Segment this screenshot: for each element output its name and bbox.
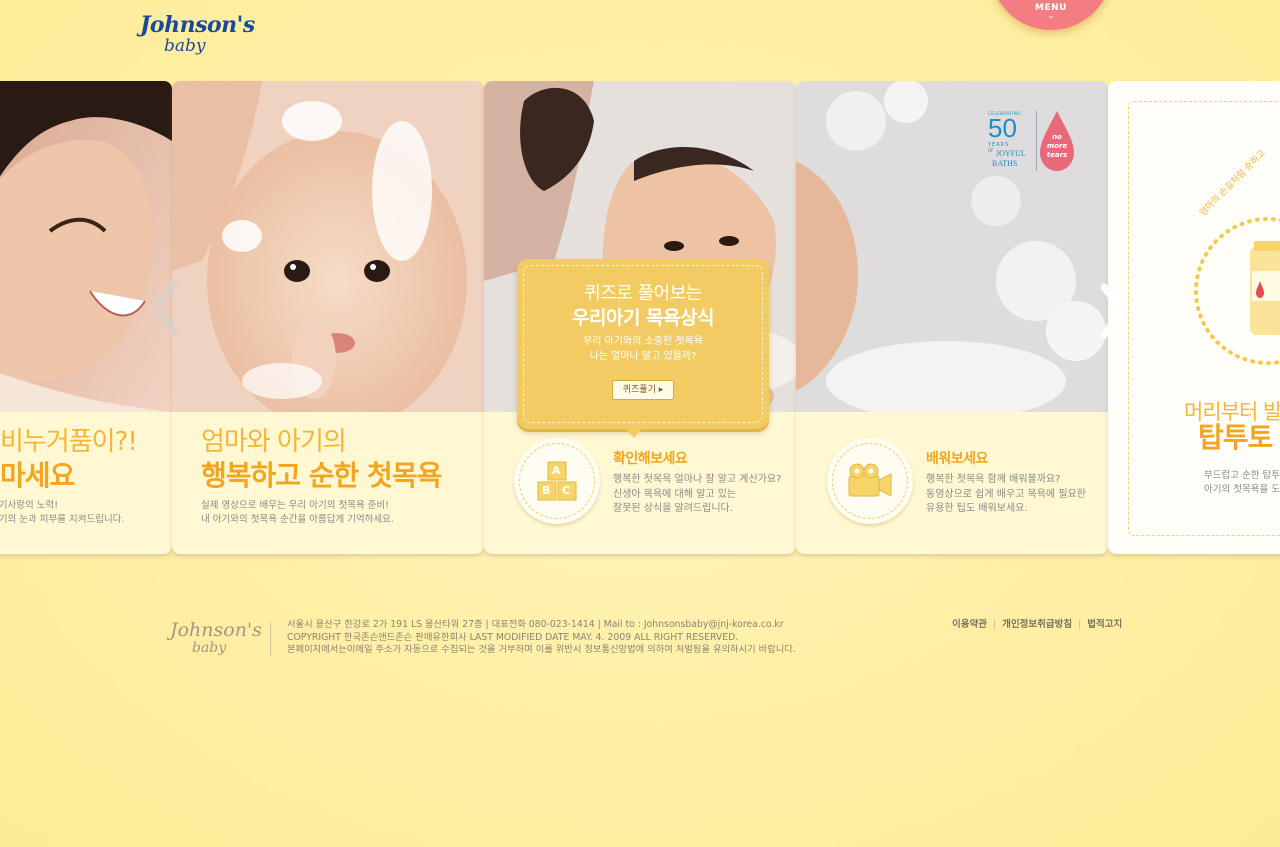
panel2-desc-line1: 실제 영상으로 배우는 우리 아기의 첫목욕 준비! [201, 500, 389, 511]
block-c-label: C [562, 484, 571, 497]
carousel-panel-top-to-toe[interactable]: 엄마의 손길처럼 순하고 머리부터 발 탑투토 부드럽고 순한 탑투 아기의 첫… [1108, 81, 1280, 554]
panel1-desc-line2: 아기의 눈과 피부를 지켜드립니다. [0, 514, 125, 525]
quiz-line4: 나는 얼마나 알고 있을까? [589, 351, 697, 362]
joyful-baths-badge: CELEBRATING 50 YEARS OF JOYFUL BATHS no … [988, 111, 1078, 173]
footer-logo: Johnson's baby [170, 619, 262, 660]
take-quiz-button[interactable]: 퀴즈풀기 ▸ [612, 380, 674, 400]
panel4-body-line3: 유용한 팁도 배워보세요. [926, 503, 1028, 514]
footer-company-info: 서울시 용산구 한강로 2가 191 LS 용산타워 27층 | 대표전화 08… [287, 619, 796, 657]
carousel-prev-button[interactable] [150, 279, 180, 335]
carousel-next-button[interactable] [1098, 283, 1128, 339]
panel5-desc-line2: 아기의 첫목욕을 도 [1204, 484, 1280, 495]
legal-notice-link[interactable]: 법적고지 [1087, 619, 1122, 630]
badge-baths: BATHS [992, 159, 1018, 168]
footer-divider [270, 622, 271, 656]
menu-button[interactable]: MENU ⌄ [990, 0, 1112, 30]
panel1-desc-line1: 아기사랑의 노력! [0, 500, 59, 511]
logo-subword: baby [164, 36, 206, 56]
panel5-title-line2: 탑투토 [1198, 421, 1273, 454]
quiz-line1: 퀴즈로 풀어보는 [584, 283, 702, 304]
chevron-right-icon [1100, 283, 1126, 339]
panel2-title-line1: 엄마와 아기의 [201, 427, 347, 457]
video-camera-icon [848, 463, 892, 497]
panel3-body-line1: 행복한 첫목욕 얼마나 잘 알고 계신가요? [613, 474, 782, 485]
bath-quiz-card[interactable]: 퀴즈로 풀어보는 우리아기 목욕상식 우리 아기와의 소중한 첫목욕 나는 얼마… [517, 259, 769, 438]
footer-links: 이용약관 | 개인정보취급방침 | 법적고지 [952, 619, 1123, 630]
chevron-left-icon [152, 279, 178, 335]
badge-joyful: JOYFUL [996, 149, 1026, 158]
panel2-desc-line2: 내 아기와의 첫목욕 순간을 아름답게 기억하세요. [201, 514, 394, 525]
footer-logo-subword: baby [192, 640, 227, 656]
carousel-panel-learn[interactable]: CELEBRATING 50 YEARS OF JOYFUL BATHS no … [796, 81, 1108, 554]
top-to-toe-bottle-icon [1250, 241, 1280, 335]
block-a-label: A [552, 464, 561, 477]
panel4-title[interactable]: 배워보세요 [926, 448, 988, 468]
panel5-desc-line1: 부드럽고 순한 탑투 [1204, 470, 1280, 481]
footer-address: 서울시 용산구 한강로 2가 191 LS 용산타워 27층 | 대표전화 08… [287, 619, 784, 630]
chevron-down-icon: ⌄ [1047, 11, 1055, 21]
panel4-body-line2: 동영상으로 쉽게 배우고 목욕에 필요한 [926, 488, 1086, 500]
footer-copyright: COPYRIGHT 한국존슨앤드존슨 판매유한회사 LAST MODIFIED … [287, 631, 739, 643]
privacy-policy-link[interactable]: 개인정보취급방침 [1002, 619, 1072, 630]
mother-smiling-photo [0, 81, 172, 412]
panel3-title[interactable]: 확인해보세요 [613, 448, 688, 468]
quiz-line2: 우리아기 목욕상식 [572, 307, 714, 329]
panel1-title-line1: 비누거품이?! [0, 427, 138, 457]
carousel-panel-first-bath[interactable]: 엄마와 아기의 행복하고 순한 첫목욕 실제 영상으로 배우는 우리 아기의 첫… [172, 81, 484, 554]
block-b-label: B [542, 484, 551, 497]
blocks-circle: A B C [514, 438, 600, 524]
footer-logo-wordmark: Johnson's [170, 619, 262, 641]
johnsons-baby-logo[interactable]: Johnson's baby [140, 12, 255, 62]
terms-link[interactable]: 이용약관 [952, 619, 987, 630]
film-circle [827, 438, 913, 524]
carousel-panel-mother-smile[interactable]: 비누거품이?! 마세요 아기사랑의 노력! 아기의 눈과 피부를 지켜드립니다. [0, 81, 172, 554]
panel3-body-line2: 신생아 목욕에 대해 알고 있는 [613, 488, 737, 500]
panel2-title-line2: 행복하고 순한 첫목욕 [201, 459, 442, 492]
baby-closeup-photo [172, 81, 484, 412]
badge-years-number: 50 [988, 113, 1017, 143]
badge-no-more-tears: no more tears [1046, 133, 1068, 159]
panel4-body-line1: 행복한 첫목욕 함께 배워볼까요? [926, 474, 1061, 485]
badge-of: OF [988, 148, 994, 153]
quiz-line3: 우리 아기와의 소중한 첫목욕 [583, 336, 703, 347]
panel3-body-line3: 잘못된 상식을 알려드립니다. [613, 503, 733, 514]
logo-wordmark: Johnson's [140, 12, 255, 38]
footer-email-notice: 본페이지에서는이메일 주소가 자동으로 수집되는 것을 거부하며 이를 위반시 … [287, 644, 796, 655]
panel1-title-line2: 마세요 [0, 459, 75, 492]
